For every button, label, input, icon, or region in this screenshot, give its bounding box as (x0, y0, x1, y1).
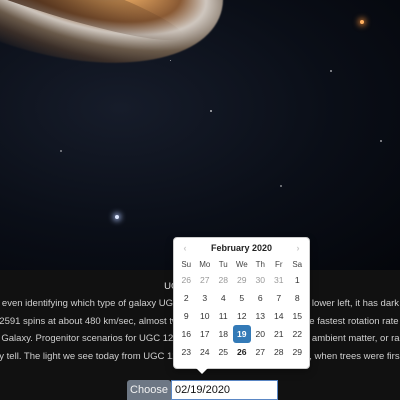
weekday-header: We (235, 260, 248, 269)
calendar-day[interactable]: 4 (214, 289, 233, 307)
calendar-day[interactable]: 2 (177, 289, 196, 307)
calendar-day[interactable]: 11 (214, 307, 233, 325)
star (115, 215, 119, 219)
calendar-day[interactable]: 21 (270, 325, 289, 343)
weekday-header: Mo (199, 260, 211, 269)
calendar-day[interactable]: 25 (214, 343, 233, 361)
datepicker-grid: Su Mo Tu We Th Fr Sa 26 27 28 29 30 31 1 2 3 4 5 6 7 8 9 10 11 1… (177, 258, 309, 361)
calendar-day[interactable]: 29 (288, 343, 307, 361)
calendar-day[interactable]: 26 (177, 271, 196, 289)
calendar-day[interactable]: 14 (270, 307, 289, 325)
caption-line-right: e lower left, it has dark (304, 298, 400, 309)
calendar-day[interactable]: 26 (233, 343, 252, 361)
calendar-day[interactable]: 27 (251, 343, 270, 361)
calendar-day[interactable]: 5 (233, 289, 252, 307)
chevron-left-icon[interactable]: ‹ (178, 238, 192, 258)
choose-button[interactable]: Choose (127, 380, 171, 400)
weekday-header: Su (181, 260, 192, 269)
caption-line-right: he fastest rotation rate (304, 315, 399, 327)
calendar-day[interactable]: 3 (196, 289, 215, 307)
calendar-day[interactable]: 22 (288, 325, 307, 343)
weekday-header: Fr (274, 260, 283, 269)
calendar-day[interactable]: 23 (177, 343, 196, 361)
weekday-header: Sa (292, 260, 303, 269)
calendar-day[interactable]: 1 (288, 271, 307, 289)
datepicker-month-label[interactable]: February 2020 (211, 243, 272, 253)
star (330, 70, 332, 72)
calendar-day[interactable]: 18 (214, 325, 233, 343)
date-input[interactable]: 02/19/2020 (171, 380, 278, 400)
calendar-day[interactable]: 7 (270, 289, 289, 307)
weekday-header: Tu (218, 260, 228, 269)
star (60, 150, 62, 152)
star (170, 60, 171, 61)
calendar-day[interactable]: 28 (214, 271, 233, 289)
star (380, 140, 382, 142)
star (210, 110, 212, 112)
datepicker-popup: ‹ February 2020 › Su Mo Tu We Th Fr Sa 26 27 28 29… (173, 237, 310, 374)
chevron-right-icon[interactable]: › (291, 238, 305, 258)
calendar-day[interactable]: 17 (196, 325, 215, 343)
calendar-day[interactable]: 19 (232, 325, 251, 343)
calendar-day[interactable]: 31 (270, 271, 289, 289)
star (360, 20, 364, 24)
calendar-day[interactable]: 29 (233, 271, 252, 289)
caption-line-right: g ambient matter, or ra (304, 333, 400, 344)
calendar-day[interactable]: 20 (251, 325, 270, 343)
calendar-day[interactable]: 28 (270, 343, 289, 361)
weekday-header: Th (255, 260, 265, 269)
calendar-day[interactable]: 24 (196, 343, 215, 361)
datepicker-header: ‹ February 2020 › (174, 238, 309, 258)
calendar-day[interactable]: 30 (251, 271, 270, 289)
calendar-day[interactable]: 16 (177, 325, 196, 343)
star (280, 185, 282, 187)
apod-image (0, 0, 400, 270)
caption-line-right: o, when trees were firs (304, 350, 400, 362)
calendar-day[interactable]: 8 (288, 289, 307, 307)
calendar-day[interactable]: 10 (196, 307, 215, 325)
calendar-day[interactable]: 13 (251, 307, 270, 325)
calendar-day[interactable]: 12 (233, 307, 252, 325)
calendar-day[interactable]: 15 (288, 307, 307, 325)
calendar-day[interactable]: 9 (177, 307, 196, 325)
calendar-day[interactable]: 6 (251, 289, 270, 307)
calendar-day[interactable]: 27 (196, 271, 215, 289)
